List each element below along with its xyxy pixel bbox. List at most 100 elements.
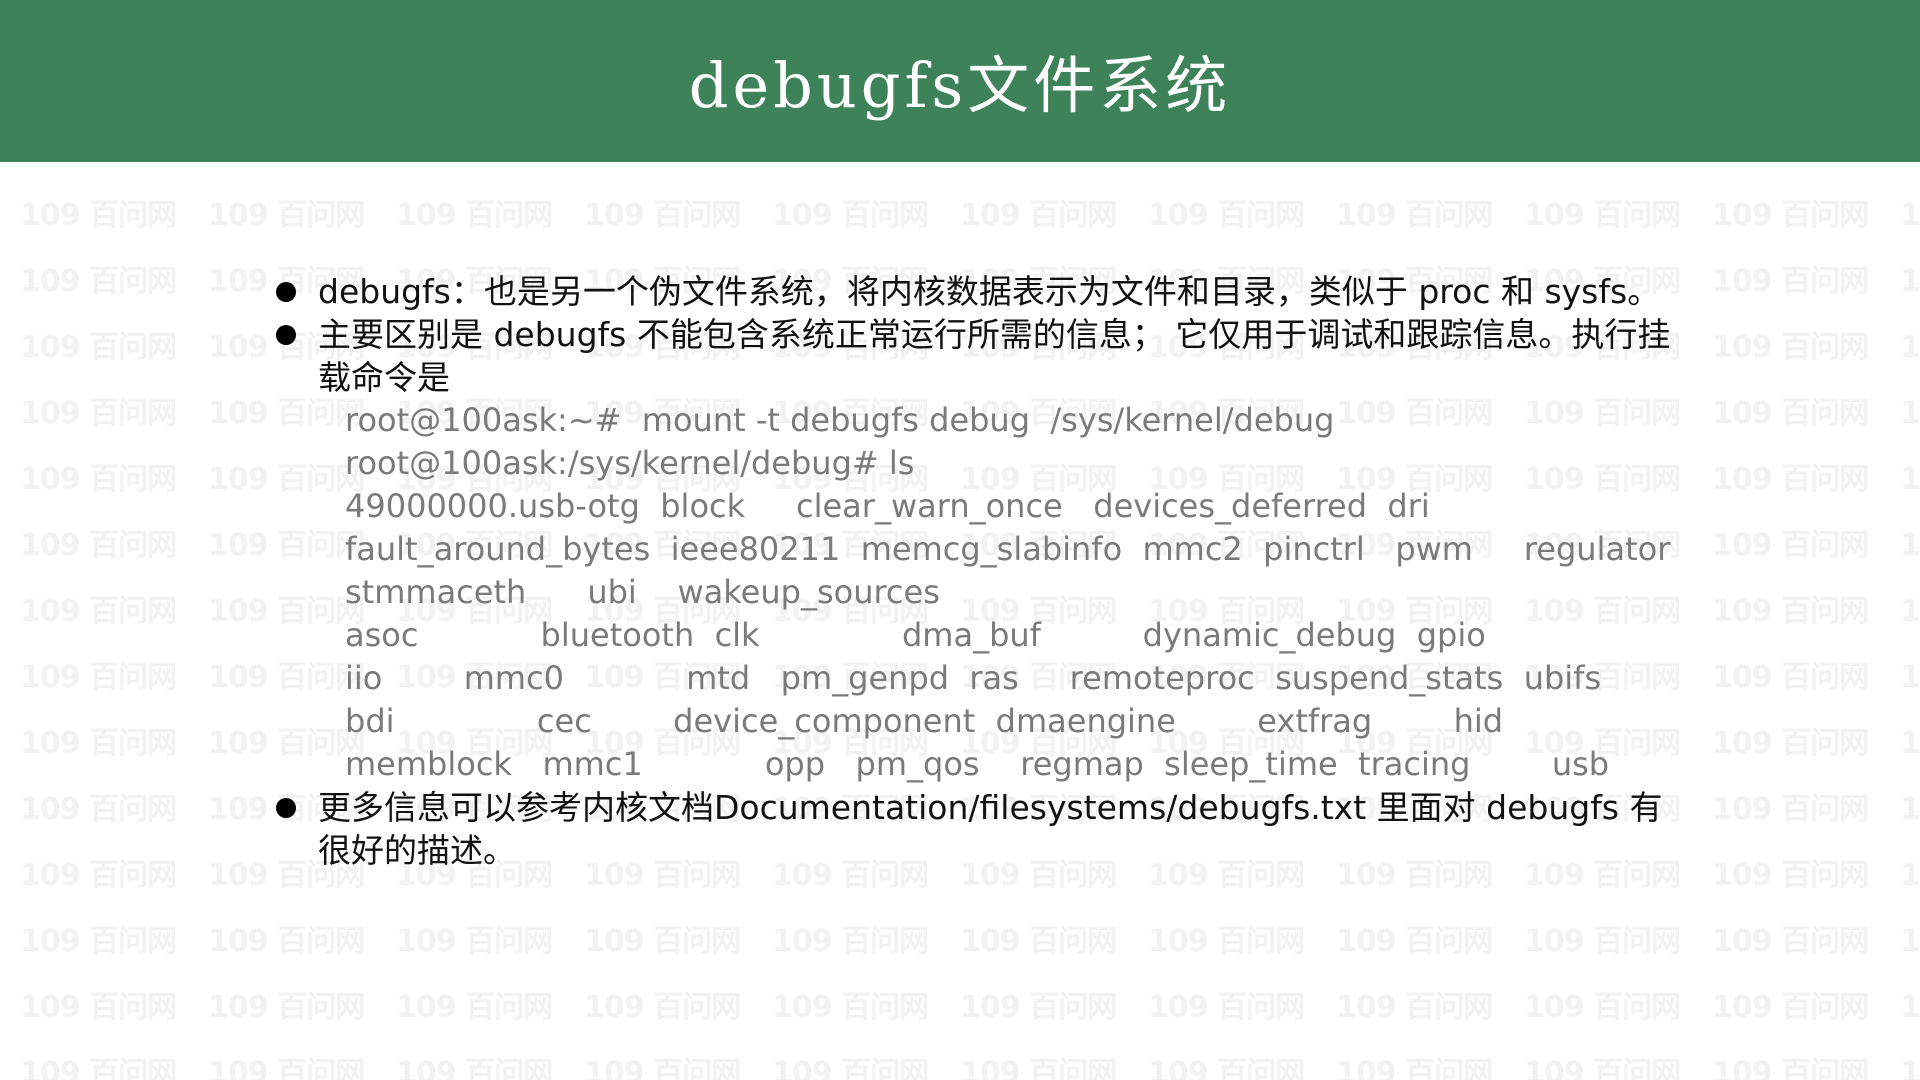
watermark-logo: 109 百问网	[1712, 726, 1869, 761]
watermark-logo: 109 百问网	[1148, 198, 1305, 233]
watermark-logo: 109 百问网	[1712, 1056, 1869, 1080]
watermark-logo: 109 百问网	[208, 1056, 365, 1080]
watermark-logo: 109 百问网	[1900, 264, 1920, 299]
watermark-logo: 109 百问网	[584, 1056, 741, 1080]
bullet-text: 主要区别是 debugfs 不能包含系统正常运行所需的信息； 它仅用于调试和跟踪…	[318, 315, 1671, 397]
watermark-logo: 109 百问网	[772, 1056, 929, 1080]
terminal-line-listing: asoc bluetooth clk dma_buf dynamic_debug…	[345, 616, 1486, 654]
watermark-logo: 109 百问网	[1900, 792, 1920, 827]
watermark-logo: 109 百问网	[1712, 528, 1869, 563]
watermark-logo: 109 百问网	[584, 198, 741, 233]
watermark-logo: 109 百问网	[1524, 990, 1681, 1025]
watermark-logo: 109 百问网	[20, 990, 177, 1025]
watermark-logo: 109 百问网	[1900, 198, 1920, 233]
watermark-logo: 109 百问网	[396, 1056, 553, 1080]
watermark-row: 109 百问网 109 百问网 109 百问网 109 百问网 109 百问网 109 百…	[20, 916, 1920, 959]
watermark-logo: 109 百问网	[1712, 330, 1869, 365]
bullet-text: debugfs：也是另一个伪文件系统，将内核数据表示为文件和目录，类似于 pro…	[318, 272, 1661, 311]
bullet-dot-icon	[276, 798, 296, 818]
watermark-logo: 109 百问网	[1712, 792, 1869, 827]
bullet-text: 更多信息可以参考内核文档Documentation/filesystems/de…	[318, 788, 1663, 870]
watermark-logo: 109 百问网	[20, 1056, 177, 1080]
watermark-logo: 109 百问网	[1712, 660, 1869, 695]
watermark-logo: 109 百问网	[1712, 462, 1869, 497]
bullet-item-more-info: 更多信息可以参考内核文档Documentation/filesystems/de…	[274, 786, 1674, 872]
watermark-logo: 109 百问网	[20, 726, 177, 761]
watermark-logo: 109 百问网	[20, 660, 177, 695]
watermark-logo: 109 百问网	[1712, 990, 1869, 1025]
watermark-logo: 109 百问网	[1148, 990, 1305, 1025]
watermark-logo: 109 百问网	[1524, 924, 1681, 959]
watermark-logo: 109 百问网	[396, 990, 553, 1025]
watermark-logo: 109 百问网	[20, 396, 177, 431]
watermark-logo: 109 百问网	[1900, 330, 1920, 365]
watermark-logo: 109 百问网	[1900, 528, 1920, 563]
bullet-item-main-difference: 主要区别是 debugfs 不能包含系统正常运行所需的信息； 它仅用于调试和跟踪…	[274, 313, 1674, 399]
watermark-logo: 109 百问网	[20, 792, 177, 827]
watermark-logo: 109 百问网	[1900, 660, 1920, 695]
page-title: debugfs文件系统	[688, 49, 1232, 122]
watermark-logo: 109 百问网	[1148, 924, 1305, 959]
watermark-logo: 109 百问网	[1524, 198, 1681, 233]
watermark-logo: 109 百问网	[960, 924, 1117, 959]
terminal-line-mount-command: root@100ask:~# mount -t debugfs debug /s…	[345, 401, 1335, 439]
watermark-logo: 109 百问网	[1336, 990, 1493, 1025]
watermark-row: 109 百问网 109 百问网 109 百问网 109 百问网 109 百问网 109 百…	[20, 190, 1920, 233]
watermark-logo: 109 百问网	[1900, 990, 1920, 1025]
watermark-logo: 109 百问网	[1900, 858, 1920, 893]
watermark-logo: 109 百问网	[1900, 1056, 1920, 1080]
terminal-output: root@100ask:~# mount -t debugfs debug /s…	[274, 399, 1674, 786]
watermark-logo: 109 百问网	[1712, 858, 1869, 893]
watermark-logo: 109 百问网	[1524, 1056, 1681, 1080]
watermark-logo: 109 百问网	[1900, 396, 1920, 431]
watermark-logo: 109 百问网	[20, 858, 177, 893]
slide-content: debugfs：也是另一个伪文件系统，将内核数据表示为文件和目录，类似于 pro…	[274, 270, 1674, 872]
watermark-logo: 109 百问网	[396, 198, 553, 233]
terminal-line-listing: fault_around_bytes ieee80211 memcg_slabi…	[345, 530, 1671, 568]
terminal-line-listing: 49000000.usb-otg block clear_warn_once d…	[345, 487, 1430, 525]
watermark-logo: 109 百问网	[1336, 198, 1493, 233]
watermark-logo: 109 百问网	[20, 924, 177, 959]
bullet-dot-icon	[276, 325, 296, 345]
watermark-logo: 109 百问网	[1900, 594, 1920, 629]
watermark-logo: 109 百问网	[208, 924, 365, 959]
terminal-line-listing: bdi cec device_component dmaengine extfr…	[345, 702, 1504, 740]
title-banner: debugfs文件系统	[0, 0, 1920, 162]
terminal-line-listing: stmmaceth ubi wakeup_sources	[345, 573, 940, 611]
watermark-logo: 109 百问网	[772, 198, 929, 233]
watermark-logo: 109 百问网	[20, 330, 177, 365]
watermark-logo: 109 百问网	[772, 924, 929, 959]
watermark-logo: 109 百问网	[1712, 924, 1869, 959]
watermark-logo: 109 百问网	[1712, 198, 1869, 233]
watermark-row: 109 百问网 109 百问网 109 百问网 109 百问网 109 百问网 109 百…	[20, 982, 1920, 1025]
watermark-logo: 109 百问网	[1712, 396, 1869, 431]
terminal-line-listing: memblock mmc1 opp pm_qos regmap sleep_ti…	[345, 745, 1610, 783]
watermark-logo: 109 百问网	[960, 198, 1117, 233]
bullet-dot-icon	[276, 282, 296, 302]
watermark-logo: 109 百问网	[208, 990, 365, 1025]
terminal-line-ls-command: root@100ask:/sys/kernel/debug# ls	[345, 444, 915, 482]
watermark-logo: 109 百问网	[772, 990, 929, 1025]
watermark-logo: 109 百问网	[1712, 594, 1869, 629]
watermark-row: 109 百问网 109 百问网 109 百问网 109 百问网 109 百问网 109 百…	[20, 1048, 1920, 1080]
watermark-logo: 109 百问网	[1336, 924, 1493, 959]
terminal-line-listing: iio mmc0 mtd pm_genpd ras remoteproc sus…	[345, 659, 1602, 697]
watermark-logo: 109 百问网	[1900, 726, 1920, 761]
watermark-logo: 109 百问网	[584, 924, 741, 959]
watermark-logo: 109 百问网	[960, 1056, 1117, 1080]
watermark-logo: 109 百问网	[1336, 1056, 1493, 1080]
watermark-logo: 109 百问网	[20, 594, 177, 629]
watermark-logo: 109 百问网	[20, 264, 177, 299]
watermark-logo: 109 百问网	[20, 528, 177, 563]
watermark-logo: 109 百问网	[584, 990, 741, 1025]
watermark-logo: 109 百问网	[208, 198, 365, 233]
watermark-logo: 109 百问网	[1712, 264, 1869, 299]
watermark-logo: 109 百问网	[1148, 1056, 1305, 1080]
watermark-logo: 109 百问网	[396, 924, 553, 959]
watermark-logo: 109 百问网	[20, 462, 177, 497]
watermark-logo: 109 百问网	[1900, 462, 1920, 497]
watermark-logo: 109 百问网	[20, 198, 177, 233]
watermark-logo: 109 百问网	[1900, 924, 1920, 959]
watermark-logo: 109 百问网	[960, 990, 1117, 1025]
bullet-item-debugfs-intro: debugfs：也是另一个伪文件系统，将内核数据表示为文件和目录，类似于 pro…	[274, 270, 1674, 313]
